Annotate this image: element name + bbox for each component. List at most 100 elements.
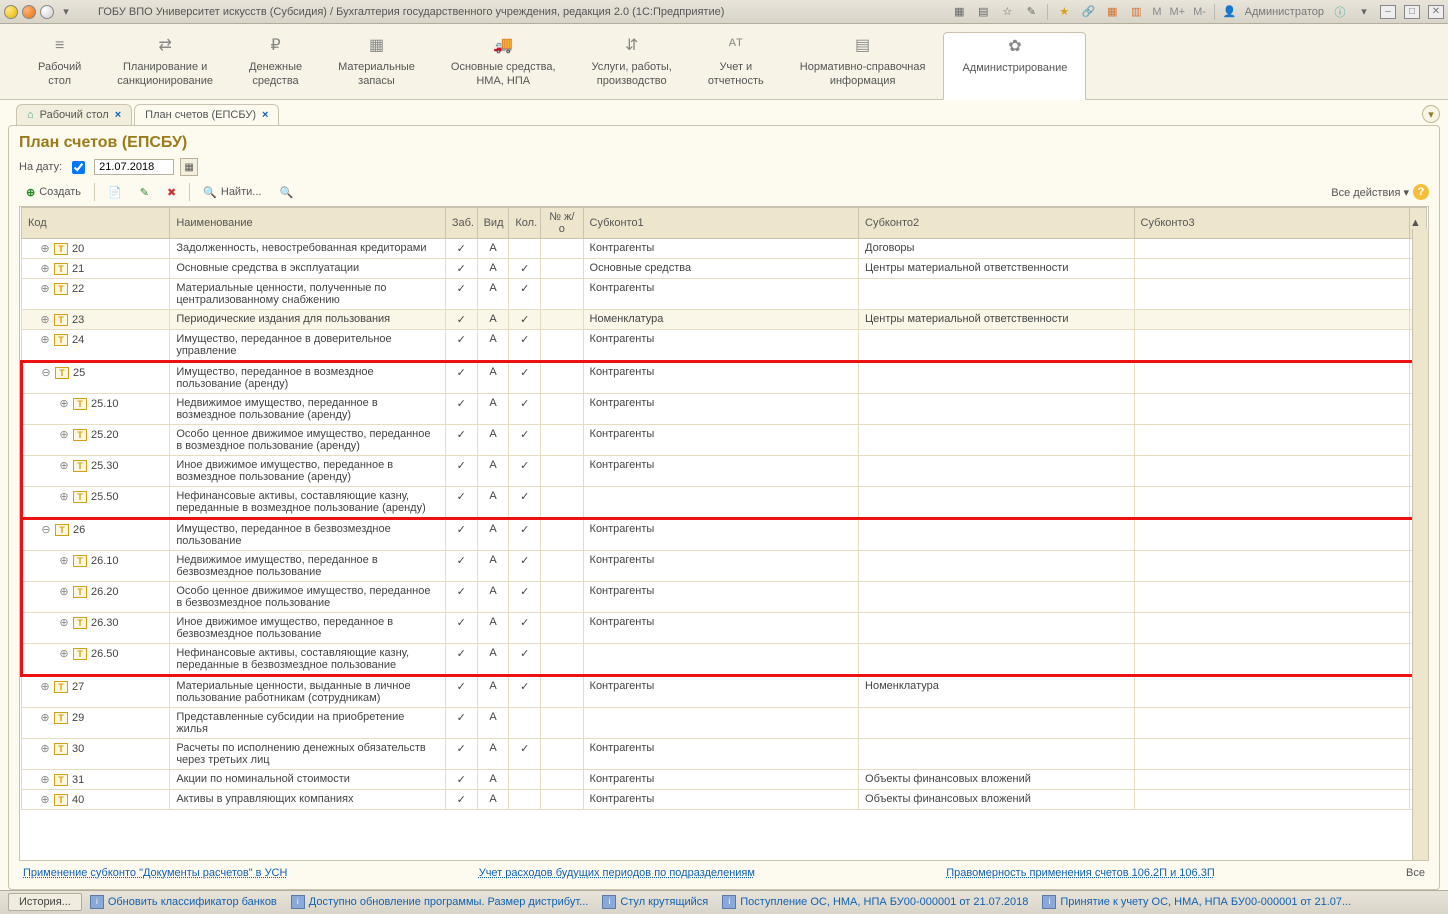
tab-desktop[interactable]: ⌂ Рабочий стол × [16,104,132,125]
link-all[interactable]: Все [1406,867,1425,879]
expand-icon[interactable]: ⊕ [40,793,50,806]
section-item[interactable]: ▦Материальныезапасы [320,32,433,99]
toolbar-icon-2[interactable]: ▤ [975,4,991,20]
col-code[interactable]: Код [22,207,170,238]
close-button[interactable]: ✕ [1428,5,1444,19]
table-row[interactable]: ⊕T21Основные средства в эксплуатации✓А✓О… [22,258,1427,278]
table-row[interactable]: ⊕T24Имущество, переданное в доверительно… [22,329,1427,361]
section-item[interactable]: ₽Денежныесредства [231,32,320,99]
delete-button[interactable]: ✖ [160,183,183,202]
col-name[interactable]: Наименование [170,207,445,238]
section-item[interactable]: ✿Администрирование [943,32,1086,100]
memory-m[interactable]: M [1152,6,1161,18]
toolbar-icon-3[interactable]: ☆ [999,4,1015,20]
expand-icon[interactable]: ⊕ [40,773,50,786]
calendar-icon[interactable]: ▦ [1104,4,1120,20]
table-row[interactable]: ⊕T20Задолженность, невостребованная кред… [22,238,1427,258]
scrollbar[interactable] [1412,229,1428,860]
link-accounts-106[interactable]: Правомерность применения счетов 106.2П и… [946,867,1215,879]
expand-icon[interactable]: ⊕ [40,282,50,295]
expand-icon[interactable]: ⊕ [40,680,50,693]
maximize-button[interactable]: □ [1404,5,1420,19]
expand-icon[interactable]: ⊕ [59,490,69,503]
table-row[interactable]: ⊕T29Представленные субсидии на приобрете… [22,707,1427,738]
expand-icon[interactable]: ⊕ [40,333,50,346]
favorite-icon[interactable]: ★ [1056,4,1072,20]
section-item[interactable]: ≡Рабочийстол [20,32,99,99]
date-checkbox[interactable] [72,161,85,174]
col-sub2[interactable]: Субконто2 [859,207,1134,238]
expand-icon[interactable]: ⊕ [59,554,69,567]
expand-icon[interactable]: ⊕ [40,242,50,255]
table-row[interactable]: ⊕T26.20Особо ценное движимое имущество, … [22,581,1427,612]
clear-find-button[interactable]: 🔍 [272,183,300,202]
help-button[interactable]: ? [1413,184,1429,200]
calc-icon[interactable]: ▥ [1128,4,1144,20]
table-row[interactable]: ⊕T30Расчеты по исполнению денежных обяза… [22,738,1427,769]
table-row[interactable]: ⊕T27Материальные ценности, выданные в ли… [22,675,1427,707]
all-actions-button[interactable]: Все действия ▾ [1331,186,1409,199]
col-sub1[interactable]: Субконто1 [583,207,858,238]
tab-chart-of-accounts[interactable]: План счетов (ЕПСБУ) × [134,104,279,125]
statusbar-item[interactable]: iСтул крутящийся [602,895,708,909]
expand-icon[interactable]: ⊕ [40,313,50,326]
memory-mminus[interactable]: M- [1193,6,1206,18]
statusbar-item[interactable]: iОбновить классификатор банков [90,895,277,909]
col-kol[interactable]: Кол. [509,207,541,238]
expand-icon[interactable]: ⊕ [59,616,69,629]
statusbar-item[interactable]: iДоступно обновление программы. Размер д… [291,895,589,909]
menu-circle-button[interactable]: ▾ [1422,105,1440,123]
table-row[interactable]: ⊕T25.10Недвижимое имущество, переданное … [22,393,1427,424]
col-jo[interactable]: № ж/о [541,207,583,238]
expand-icon[interactable]: ⊕ [40,711,50,724]
section-item[interactable]: 🚚Основные средства,НМА, НПА [433,32,574,99]
col-vid[interactable]: Вид [477,207,509,238]
dropdown-icon-2[interactable]: ▾ [1356,4,1372,20]
edit-button[interactable]: ✎ [133,183,156,202]
expand-icon[interactable]: ⊕ [40,262,50,275]
expand-icon[interactable]: ⊕ [59,397,69,410]
copy-button[interactable]: 📄 [101,183,129,202]
expand-icon[interactable]: ⊕ [59,647,69,660]
dropdown-icon[interactable]: ▾ [58,4,74,20]
table-row[interactable]: ⊕T25.20Особо ценное движимое имущество, … [22,424,1427,455]
table-row[interactable]: ⊕T23Периодические издания для пользовани… [22,309,1427,329]
statusbar-item[interactable]: iПринятие к учету ОС, НМА, НПА БУ00-0000… [1042,895,1351,909]
minimize-button[interactable]: – [1380,5,1396,19]
find-button[interactable]: 🔍 Найти... [196,183,268,202]
tab-close-icon[interactable]: × [115,109,121,121]
link-usn[interactable]: Применение субконто "Документы расчетов"… [23,867,287,879]
expand-icon[interactable]: ⊖ [41,523,51,536]
table-row[interactable]: ⊕T40Активы в управляющих компаниях✓АКонт… [22,789,1427,809]
history-button[interactable]: История... [8,893,82,911]
table-row[interactable]: ⊕T26.30Иное движимое имущество, переданн… [22,612,1427,643]
memory-mplus[interactable]: M+ [1170,6,1186,18]
table-row[interactable]: ⊕T25.30Иное движимое имущество, переданн… [22,455,1427,486]
statusbar-item[interactable]: iПоступление ОС, НМА, НПА БУ00-000001 от… [722,895,1028,909]
expand-icon[interactable]: ⊕ [59,585,69,598]
table-row[interactable]: ⊕T22Материальные ценности, полученные по… [22,278,1427,309]
link-icon[interactable]: 🔗 [1080,4,1096,20]
info-icon[interactable]: ⓘ [1332,4,1348,20]
expand-icon[interactable]: ⊕ [59,459,69,472]
section-item[interactable]: ⇵Услуги, работы,производство [574,32,690,99]
tab-close-icon[interactable]: × [262,109,268,121]
col-sub3[interactable]: Субконто3 [1134,207,1409,238]
toolbar-icon-4[interactable]: ✎ [1023,4,1039,20]
table-row[interactable]: ⊖T26Имущество, переданное в безвозмездно… [22,518,1427,550]
date-input[interactable] [94,159,174,175]
expand-icon[interactable]: ⊕ [59,428,69,441]
section-item[interactable]: ᴬᵀУчет иотчетность [690,32,782,99]
toolbar-icon-1[interactable]: ▦ [951,4,967,20]
table-row[interactable]: ⊕T26.10Недвижимое имущество, переданное … [22,550,1427,581]
link-future-expenses[interactable]: Учет расходов будущих периодов по подраз… [479,867,755,879]
calendar-button[interactable]: ▦ [180,158,198,176]
table-row[interactable]: ⊕T26.50Нефинансовые активы, составляющие… [22,643,1427,675]
section-item[interactable]: ▤Нормативно-справочнаяинформация [782,32,944,99]
col-zab[interactable]: Заб. [445,207,477,238]
section-item[interactable]: ⇄Планирование исанкционирование [99,32,231,99]
expand-icon[interactable]: ⊕ [40,742,50,755]
table-row[interactable]: ⊕T31Акции по номинальной стоимости✓АКонт… [22,769,1427,789]
table-row[interactable]: ⊖T25Имущество, переданное в возмездное п… [22,361,1427,393]
create-button[interactable]: ⊕ Создать [19,183,88,202]
